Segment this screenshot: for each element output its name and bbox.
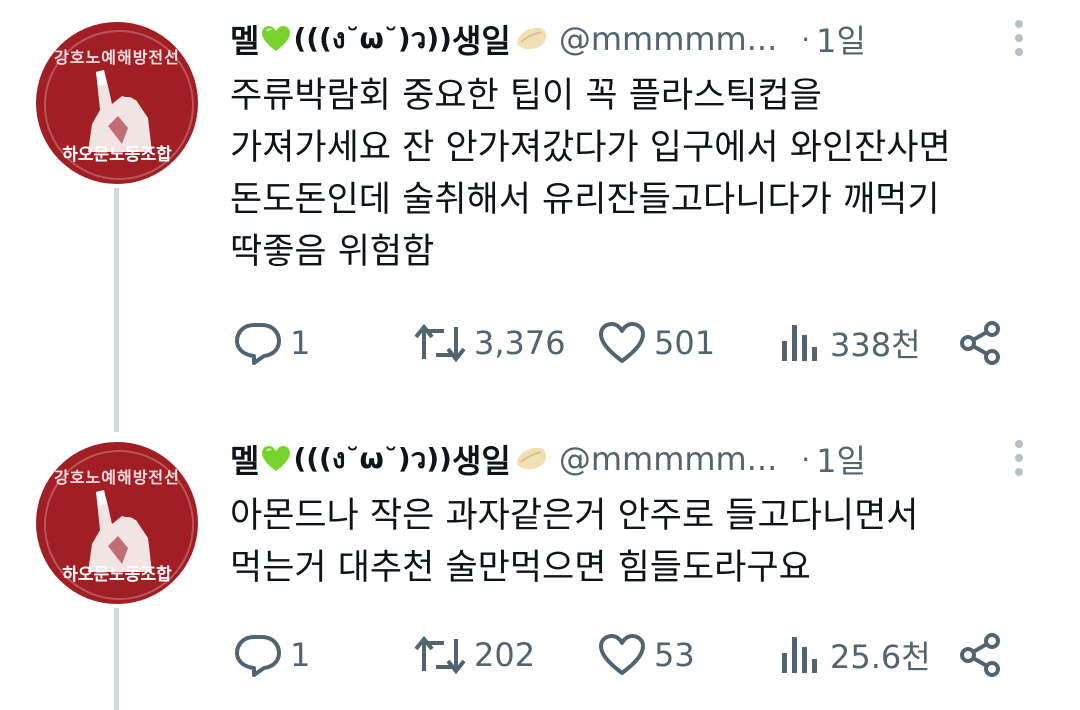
- user-handle[interactable]: @mmmmm...: [559, 440, 777, 478]
- green-heart-icon: [262, 446, 291, 471]
- share-icon: [960, 633, 1000, 677]
- green-heart-icon: [262, 26, 291, 51]
- display-name-prefix: 멜: [230, 22, 260, 60]
- tweet-text-line: 먹는거 대추천 술만먹으면 힘들도라구요: [230, 548, 811, 588]
- display-name[interactable]: 멜 (((ง˘ω˘)ว)) 생일: [230, 16, 549, 62]
- tweet-actions: 1 3,376 501 338천: [232, 318, 1032, 368]
- retweet-icon: [414, 323, 466, 363]
- avatar[interactable]: 강호노예해방전선 하오문노동조합: [36, 22, 198, 184]
- display-name-prefix: 멜: [230, 442, 260, 480]
- reply-count: 1: [290, 324, 311, 362]
- share-button[interactable]: [958, 318, 1004, 368]
- like-count: 501: [654, 324, 716, 362]
- thread-line: [114, 188, 119, 432]
- display-name-kaomoji: (((ง˘ω˘)ว)): [293, 22, 452, 55]
- avatar-top-text: 강호노예해방전선: [54, 48, 180, 67]
- tweet-text-line: 아몬드나 작은 과자같은거 안주로 들고다니면서: [230, 496, 919, 536]
- avatar-bottom-text: 하오문노동조합: [62, 145, 172, 165]
- share-icon: [960, 321, 1000, 365]
- retweet-button[interactable]: 202: [414, 630, 535, 680]
- dumpling-icon: [516, 447, 547, 470]
- views-button[interactable]: 25.6천: [778, 630, 931, 680]
- tweet-text-line: 돈도돈인데 술취해서 유리잔들고다니다가 깨먹기: [230, 180, 940, 220]
- reply-icon: [235, 323, 281, 365]
- timestamp[interactable]: 1일: [816, 16, 866, 62]
- retweet-count: 3,376: [474, 324, 566, 362]
- thread-line: [114, 608, 119, 710]
- views-button[interactable]: 338천: [778, 318, 921, 368]
- analytics-bars-icon: [782, 325, 817, 361]
- tweet-header: 멜 (((ง˘ω˘)ว)) 생일 @mmmmm... · 1일: [230, 14, 866, 64]
- display-name-suffix: 생일: [451, 22, 511, 60]
- retweet-icon: [414, 635, 466, 675]
- user-handle[interactable]: @mmmmm...: [559, 20, 777, 58]
- heart-icon: [599, 634, 645, 675]
- tweet-header: 멜 (((ง˘ω˘)ว)) 생일 @mmmmm... · 1일: [230, 434, 866, 484]
- avatar-top-text: 강호노예해방전선: [54, 468, 180, 487]
- separator-dot: ·: [801, 22, 811, 56]
- avatar-bottom-text: 하오문노동조합: [62, 565, 172, 585]
- separator-dot: ·: [801, 442, 811, 476]
- reply-count: 1: [290, 636, 311, 674]
- tweet-text: 주류박람회 중요한 팁이 꼭 플라스틱컵을 가져가세요 잔 안가져갔다가 입구에…: [230, 70, 1030, 278]
- more-options-icon[interactable]: [1014, 438, 1024, 478]
- reply-icon: [235, 635, 281, 677]
- retweet-count: 202: [474, 636, 536, 674]
- dumpling-icon: [516, 27, 547, 50]
- tweet-text-line: 주류박람회 중요한 팁이 꼭 플라스틱컵을: [230, 76, 822, 116]
- tweet-text-line: 가져가세요 잔 안가져갔다가 입구에서 와인잔사면: [230, 128, 951, 168]
- timestamp[interactable]: 1일: [816, 436, 866, 482]
- like-button[interactable]: 53: [598, 630, 695, 680]
- avatar[interactable]: 강호노예해방전선 하오문노동조합: [36, 442, 198, 604]
- tweet-text: 아몬드나 작은 과자같은거 안주로 들고다니면서 먹는거 대추천 술만먹으면 힘…: [230, 490, 1030, 594]
- retweet-button[interactable]: 3,376: [414, 318, 566, 368]
- display-name-kaomoji: (((ง˘ω˘)ว)): [293, 442, 452, 475]
- display-name-suffix: 생일: [451, 442, 511, 480]
- view-count: 338천: [830, 326, 921, 364]
- like-button[interactable]: 501: [598, 318, 715, 368]
- reply-button[interactable]: 1: [234, 630, 310, 680]
- tweet-text-line: 딱좋음 위험함: [230, 232, 435, 272]
- more-options-icon[interactable]: [1014, 18, 1024, 58]
- view-count: 25.6천: [830, 638, 931, 676]
- heart-icon: [599, 322, 645, 363]
- like-count: 53: [654, 636, 695, 674]
- tweet-actions: 1 202 53 25.6천: [232, 630, 1032, 680]
- reply-button[interactable]: 1: [234, 318, 310, 368]
- analytics-bars-icon: [782, 637, 817, 673]
- share-button[interactable]: [958, 630, 1004, 680]
- display-name[interactable]: 멜 (((ง˘ω˘)ว)) 생일: [230, 436, 549, 482]
